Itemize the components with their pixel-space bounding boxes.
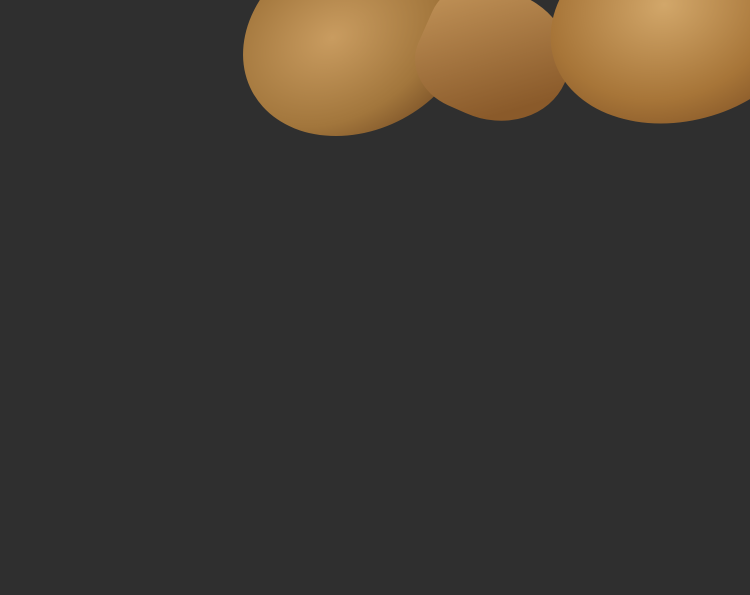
viewport-3d[interactable] bbox=[0, 0, 750, 595]
